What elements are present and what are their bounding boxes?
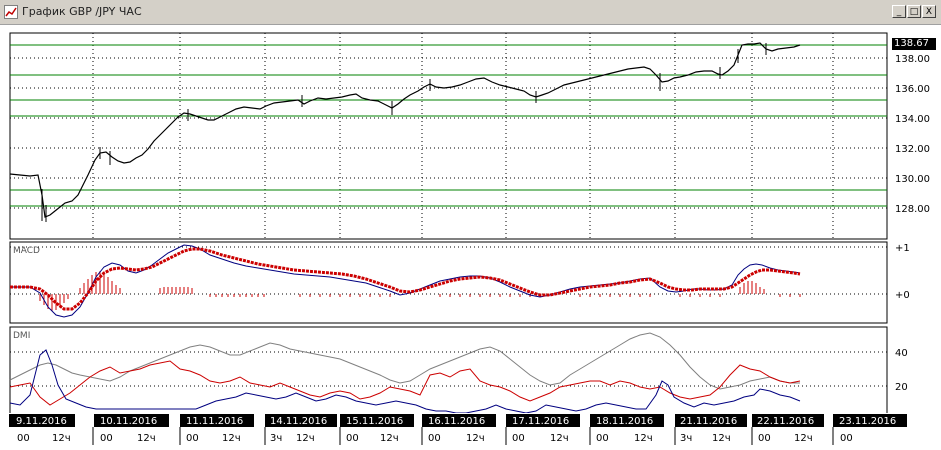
date-label: 11.11.2016	[186, 416, 243, 427]
date-label: 18.11.2016	[596, 416, 653, 427]
title-bar: График GBP /JPY ЧАС _ □ X	[0, 0, 941, 25]
hour-label: 00	[346, 433, 359, 444]
hour-label: 00	[758, 433, 771, 444]
price-level-label: 130.00	[895, 174, 930, 185]
hour-label: 00	[17, 433, 30, 444]
price-level-label: 138.00	[895, 54, 930, 65]
dmi-scale-40: 40	[895, 348, 908, 359]
date-label: 9.11.2016	[16, 416, 67, 427]
dmi-panel: DMI 40 20	[9, 326, 908, 415]
hour-label: 00	[428, 433, 441, 444]
maximize-button[interactable]: □	[907, 5, 921, 18]
date-label: 10.11.2016	[100, 416, 157, 427]
hour-label: 00	[596, 433, 609, 444]
hour-label: 12ч	[550, 433, 569, 444]
hour-label: 00	[840, 433, 853, 444]
price-level-label: 136.00	[895, 84, 930, 95]
hour-label: 00	[512, 433, 525, 444]
price-panel: 138.00 136.00 134.00 132.00 130.00 128.0…	[9, 32, 930, 240]
hour-label: 12ч	[634, 433, 653, 444]
hour-label: 3ч	[680, 433, 692, 444]
current-price-tag: 138.67	[892, 38, 936, 50]
macd-scale-zero: +0	[895, 290, 910, 301]
date-label: 17.11.2016	[512, 416, 569, 427]
hour-label: 12ч	[380, 433, 399, 444]
date-label: 16.11.2016	[428, 416, 485, 427]
price-level-label: 134.00	[895, 114, 930, 125]
minimize-button[interactable]: _	[892, 5, 906, 18]
date-label: 14.11.2016	[270, 416, 327, 427]
close-button[interactable]: X	[922, 5, 936, 18]
dmi-label: DMI	[13, 331, 30, 341]
macd-label: MACD	[13, 246, 40, 256]
dmi-scale-20: 20	[895, 382, 908, 393]
price-level-label: 132.00	[895, 144, 930, 155]
hour-label: 12ч	[794, 433, 813, 444]
price-level-label: 128.00	[895, 204, 930, 215]
chart-area[interactable]: 138.00 136.00 134.00 132.00 130.00 128.0…	[0, 25, 941, 450]
hour-label: 00	[100, 433, 113, 444]
hour-label: 12ч	[222, 433, 241, 444]
hour-label: 12ч	[137, 433, 156, 444]
hour-label: 3ч	[270, 433, 282, 444]
date-labels: 9.11.2016 10.11.2016 11.11.2016 14.11.20…	[9, 414, 907, 427]
hour-label: 00	[186, 433, 199, 444]
date-label: 23.11.2016	[839, 416, 896, 427]
hour-label: 12ч	[52, 433, 71, 444]
time-axis: 9.11.2016 10.11.2016 11.11.2016 14.11.20…	[0, 413, 941, 450]
hour-label: 12ч	[296, 433, 315, 444]
hour-labels: 00 12ч 00 12ч 00 12ч 3ч 12ч 00 12ч 00 12…	[17, 433, 853, 444]
macd-scale-top: +1	[895, 243, 910, 254]
hour-label: 12ч	[712, 433, 731, 444]
date-label: 22.11.2016	[757, 416, 814, 427]
macd-panel: MACD +1 +0	[9, 241, 910, 324]
date-label: 21.11.2016	[680, 416, 737, 427]
chart-window-icon	[4, 5, 18, 19]
window-title: График GBP /JPY ЧАС	[22, 5, 142, 18]
hour-label: 12ч	[466, 433, 485, 444]
date-label: 15.11.2016	[346, 416, 403, 427]
